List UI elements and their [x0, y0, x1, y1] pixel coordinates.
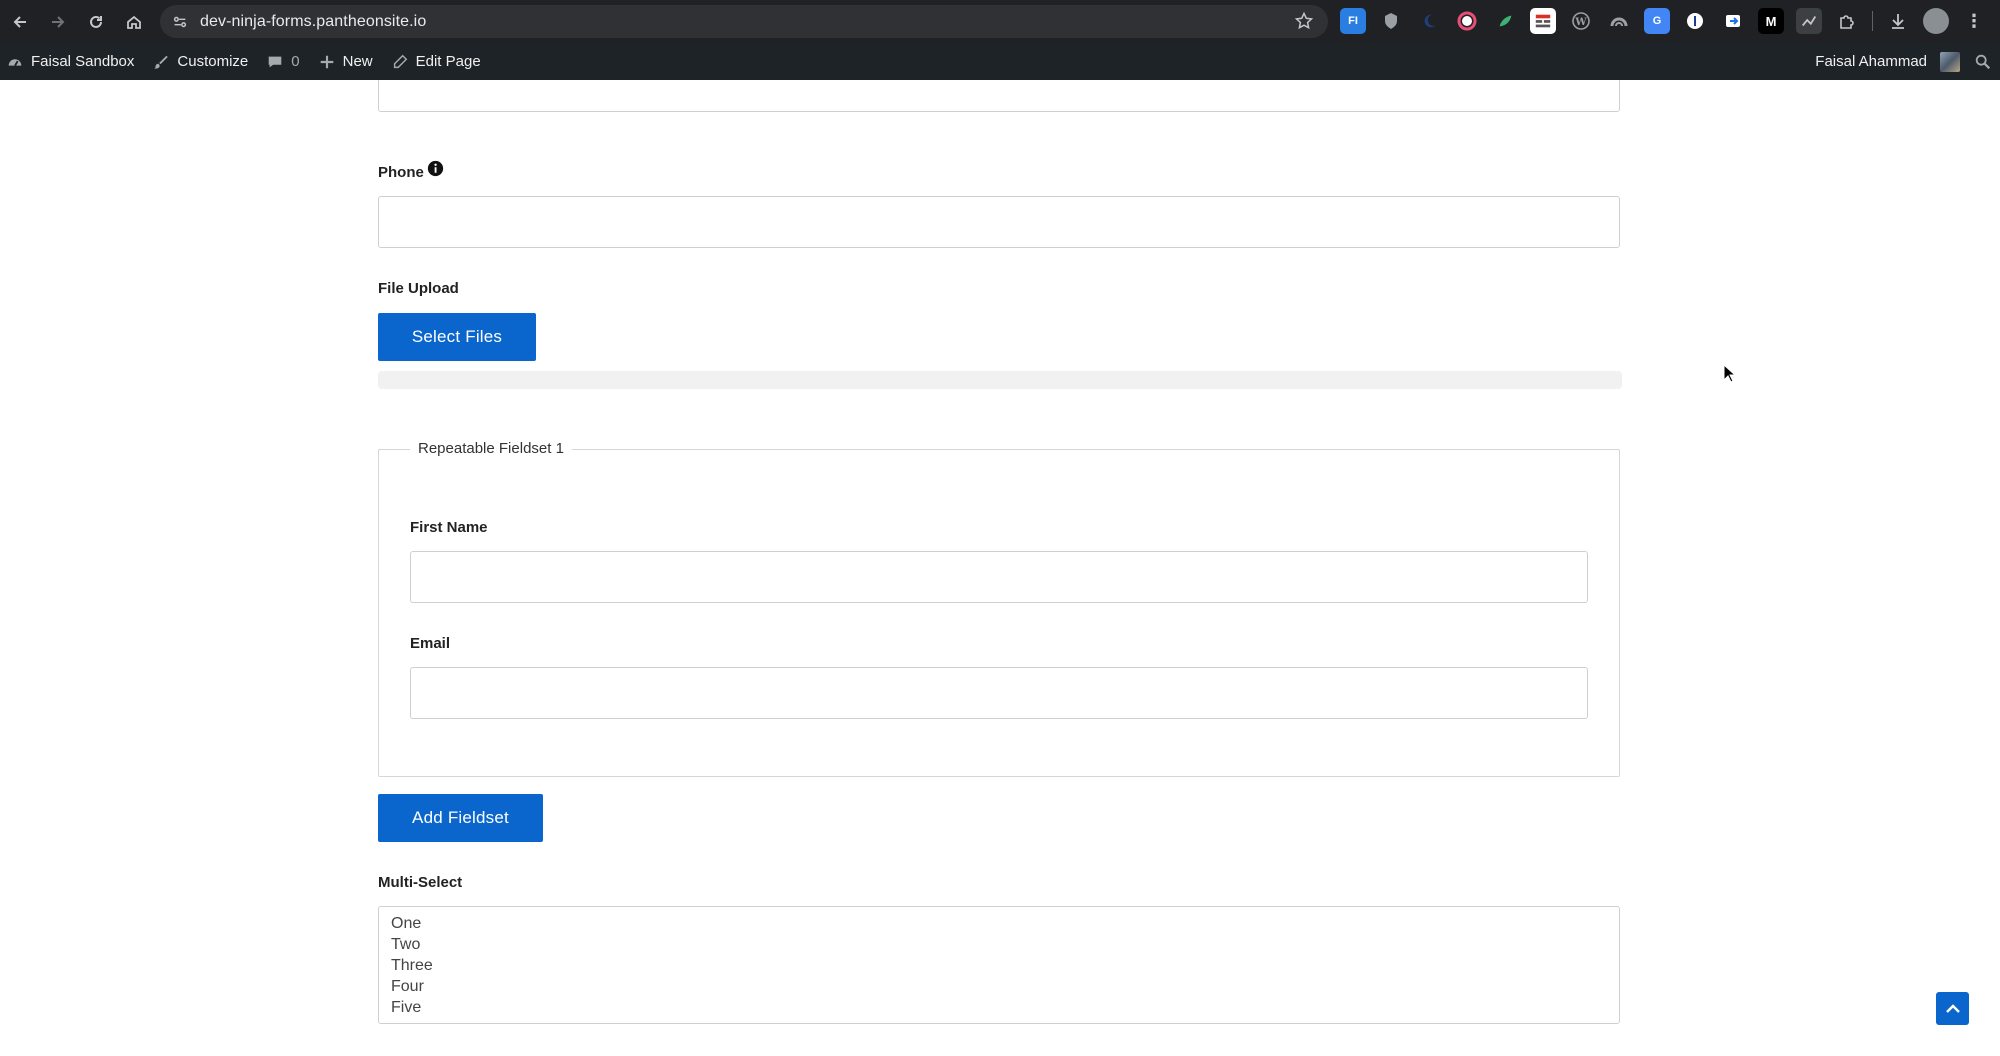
- m-extension-icon[interactable]: M: [1758, 8, 1784, 34]
- user-account-menu[interactable]: Faisal Ahammad: [1806, 43, 1964, 80]
- multi-select-list[interactable]: One Two Three Four Five: [378, 906, 1620, 1024]
- back-button[interactable]: [2, 4, 38, 40]
- pencil-icon: [393, 54, 407, 68]
- edit-page-menu[interactable]: Edit Page: [382, 43, 490, 80]
- select-files-button[interactable]: Select Files: [378, 313, 536, 361]
- arrow-right-icon: [52, 15, 65, 28]
- multi-select-label: Multi-Select: [378, 874, 463, 891]
- upload-progress-bar: [378, 371, 1622, 389]
- url-text[interactable]: dev-ninja-forms.pantheonsite.io: [200, 13, 426, 31]
- previous-field-input[interactable]: [378, 80, 1620, 112]
- grid-extension-icon[interactable]: [1530, 8, 1556, 34]
- home-button[interactable]: [116, 4, 152, 40]
- color-picker-extension-icon[interactable]: [1454, 8, 1480, 34]
- add-fieldset-button[interactable]: Add Fieldset: [378, 794, 543, 842]
- edit-page-label: Edit Page: [415, 53, 481, 70]
- fieldset-legend: Repeatable Fieldset 1: [410, 440, 572, 457]
- leaf-extension-icon[interactable]: [1492, 8, 1518, 34]
- wordpress-extension-icon[interactable]: W: [1568, 8, 1594, 34]
- multi-select-option[interactable]: Two: [391, 934, 1607, 955]
- puzzle-extension-icon[interactable]: [1834, 8, 1860, 34]
- moon-extension-icon[interactable]: [1416, 8, 1442, 34]
- customize-menu[interactable]: Customize: [143, 43, 257, 80]
- arrow-left-icon: [13, 15, 26, 28]
- search-icon: [1975, 54, 1991, 69]
- avatar: [1940, 51, 1960, 72]
- info-icon[interactable]: [427, 160, 444, 177]
- comments-menu[interactable]: 0: [257, 43, 308, 80]
- mouse-cursor-icon: [1723, 364, 1737, 383]
- forward-button[interactable]: [40, 4, 76, 40]
- site-name-menu[interactable]: Faisal Sandbox: [0, 43, 143, 80]
- translate-extension-icon[interactable]: G: [1644, 8, 1670, 34]
- user-name-label: Faisal Ahammad: [1815, 53, 1927, 70]
- repeatable-fieldset: [378, 449, 1620, 777]
- password-manager-extension-icon[interactable]: [1682, 8, 1708, 34]
- customize-label: Customize: [177, 53, 249, 70]
- scroll-to-top-button[interactable]: [1936, 992, 1969, 1025]
- phone-input[interactable]: [378, 196, 1620, 248]
- address-bar[interactable]: dev-ninja-forms.pantheonsite.io: [160, 5, 1328, 38]
- chevron-up-icon: [1945, 1003, 1960, 1013]
- first-name-label: First Name: [410, 519, 488, 536]
- extensions-bar: FI W G M ⋮: [1340, 8, 1987, 34]
- site-name-label: Faisal Sandbox: [31, 53, 135, 70]
- svg-text:W: W: [1574, 17, 1587, 28]
- menu-kebab-icon[interactable]: ⋮: [1961, 8, 1987, 34]
- reload-button[interactable]: [78, 4, 114, 40]
- file-upload-label: File Upload: [378, 280, 459, 297]
- first-name-input[interactable]: [410, 551, 1588, 603]
- browser-toolbar: dev-ninja-forms.pantheonsite.io FI W G M…: [0, 0, 2000, 43]
- rainbow-extension-icon[interactable]: [1606, 8, 1632, 34]
- page-content: Phone File Upload Select Files Repeatabl…: [0, 80, 2000, 1056]
- multi-select-option[interactable]: One: [391, 913, 1607, 934]
- profile-avatar-icon[interactable]: [1923, 8, 1949, 34]
- multi-select-option[interactable]: Five: [391, 997, 1607, 1018]
- home-icon: [127, 15, 141, 29]
- email-label: Email: [410, 635, 451, 652]
- comment-bubble-icon: [268, 56, 282, 67]
- bookmark-star-icon[interactable]: [1294, 11, 1314, 31]
- plus-icon: [320, 55, 333, 68]
- fi-extension-icon[interactable]: FI: [1340, 8, 1366, 34]
- site-info-icon[interactable]: [170, 12, 190, 32]
- admin-search-button[interactable]: [1964, 43, 2000, 80]
- email-input[interactable]: [410, 667, 1588, 719]
- chart-extension-icon[interactable]: [1796, 8, 1822, 34]
- paintbrush-icon: [154, 55, 169, 69]
- dashboard-gauge-icon: [8, 58, 22, 66]
- download-icon[interactable]: [1885, 8, 1911, 34]
- shield-extension-icon[interactable]: [1378, 8, 1404, 34]
- new-label: New: [342, 53, 373, 70]
- comments-count: 0: [291, 53, 300, 70]
- new-content-menu[interactable]: New: [309, 43, 382, 80]
- multi-select-option[interactable]: Three: [391, 955, 1607, 976]
- reload-icon: [90, 15, 102, 28]
- multi-select-option[interactable]: Four: [391, 976, 1607, 997]
- phone-label: Phone: [378, 164, 424, 181]
- wp-admin-bar: Faisal Sandbox Customize 0 New Edit Page…: [0, 43, 2000, 80]
- tab-extension-icon[interactable]: [1720, 8, 1746, 34]
